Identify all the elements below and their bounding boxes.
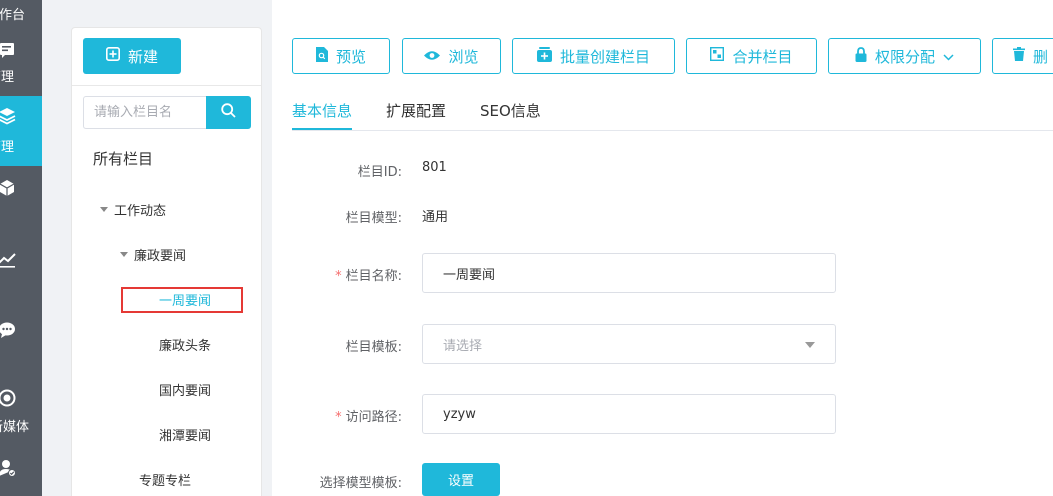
tab-extension-config[interactable]: 扩展配置 xyxy=(386,100,446,130)
column-search-input[interactable] xyxy=(83,96,206,129)
app-root: 工作台 内容管理 栏目管理 配置 统计 xyxy=(0,0,1053,496)
rail-item-label: 工作台 xyxy=(0,8,26,23)
required-asterisk: * xyxy=(335,269,342,284)
stack-add-icon xyxy=(536,46,552,66)
trash-icon xyxy=(1013,47,1025,65)
new-column-button[interactable]: 新建 xyxy=(83,38,181,74)
batch-create-label: 批量创建栏目 xyxy=(559,47,650,66)
browse-label: 浏览 xyxy=(448,47,479,66)
rail-item-media[interactable]: 新媒体 xyxy=(0,380,42,450)
column-detail-panel: 预览 浏览 批量创建栏目 合并栏目 权限分配 删 基本信息 扩展配置 SEO信息… xyxy=(272,0,1053,496)
cube-icon xyxy=(0,178,18,198)
eye-icon xyxy=(424,47,441,65)
layers-icon xyxy=(0,106,18,126)
rail-item-label: 内容管理 xyxy=(0,70,15,85)
model-template-label: 选择模型模板: xyxy=(319,476,402,491)
tree-node-work-news[interactable]: 工作动态 xyxy=(100,200,166,219)
selection-highlight-box xyxy=(121,287,243,313)
rail-item-label: 统计 xyxy=(0,276,42,295)
tab-basic-info[interactable]: 基本信息 xyxy=(292,100,353,130)
column-model-label: 栏目模型: xyxy=(345,211,402,226)
merge-label: 合并栏目 xyxy=(732,47,793,66)
permission-label: 权限分配 xyxy=(874,47,935,66)
tabs-divider xyxy=(292,130,1053,131)
permission-button[interactable]: 权限分配 xyxy=(828,38,981,74)
rail-item-interact[interactable]: 互动 xyxy=(0,310,42,380)
access-path-label-text: 访问路径: xyxy=(345,410,402,425)
rail-item-workbench[interactable]: 工作台 xyxy=(0,0,42,30)
tree-node-label: 湘潭要闻 xyxy=(159,429,212,444)
column-template-label: 栏目模板: xyxy=(345,340,402,355)
column-name-field[interactable]: 一周要闻 xyxy=(422,253,836,293)
search-icon xyxy=(221,103,236,122)
left-nav-rail: 工作台 内容管理 栏目管理 配置 统计 xyxy=(0,0,42,496)
tree-node-label: 国内要闻 xyxy=(159,384,212,399)
delete-label: 删 xyxy=(1033,47,1049,66)
sidebar-divider xyxy=(72,85,261,86)
column-id-value: 801 xyxy=(422,160,447,175)
rail-item-label: 互动 xyxy=(0,346,42,365)
tree-root-all-columns[interactable]: 所有栏目 xyxy=(93,148,153,169)
tree-node-label: 专题专栏 xyxy=(139,474,192,489)
rail-item-content[interactable]: 内容管理 xyxy=(0,30,42,100)
caret-down-icon xyxy=(100,207,108,212)
rail-item-label: 会员 xyxy=(0,486,42,496)
chat-icon xyxy=(0,320,18,340)
tree-node-label: 廉政头条 xyxy=(159,339,212,354)
column-template-select[interactable]: 请选择 xyxy=(422,324,836,364)
merge-button[interactable]: 合并栏目 xyxy=(686,38,817,74)
column-name-label-text: 栏目名称: xyxy=(345,269,402,284)
column-tree-panel: 新建 所有栏目 工作动态 廉政要闻 一周要闻 廉政头条 国内 xyxy=(71,27,262,496)
access-path-field[interactable]: yzyw xyxy=(422,394,836,434)
caret-down-icon xyxy=(120,252,128,257)
rail-item-column[interactable]: 栏目管理 xyxy=(0,96,42,166)
column-search xyxy=(83,96,251,129)
column-name-label: * 栏目名称: xyxy=(292,265,402,284)
tree-node-label: 工作动态 xyxy=(114,204,167,219)
column-template-placeholder: 请选择 xyxy=(443,338,483,354)
caret-down-icon xyxy=(805,337,815,352)
column-id-label: 栏目ID: xyxy=(357,165,402,180)
preview-button[interactable]: 预览 xyxy=(292,38,390,74)
delete-button[interactable]: 删 xyxy=(992,38,1053,74)
chart-icon xyxy=(0,250,18,270)
document-icon xyxy=(0,40,18,60)
add-document-icon xyxy=(105,47,120,65)
rail-item-label: 栏目管理 xyxy=(0,140,15,155)
tree-node-clean-news[interactable]: 廉政要闻 xyxy=(120,245,186,264)
rail-item-label: 配置 xyxy=(0,206,42,225)
tree-node-xiangtan[interactable]: 湘潭要闻 xyxy=(159,425,211,444)
rail-item-config[interactable]: 配置 xyxy=(0,170,42,240)
chevron-down-icon xyxy=(943,47,954,65)
lock-icon xyxy=(855,46,867,66)
tree-node-headline[interactable]: 廉政头条 xyxy=(159,335,211,354)
tree-node-domestic[interactable]: 国内要闻 xyxy=(159,380,211,399)
batch-create-button[interactable]: 批量创建栏目 xyxy=(512,38,675,74)
tab-seo-info[interactable]: SEO信息 xyxy=(480,100,541,130)
new-column-label: 新建 xyxy=(127,47,158,66)
rail-item-label: 新媒体 xyxy=(0,420,30,435)
target-icon xyxy=(0,388,18,408)
browse-button[interactable]: 浏览 xyxy=(402,38,501,74)
tree-node-special[interactable]: 专题专栏 xyxy=(139,470,191,489)
column-search-button[interactable] xyxy=(206,96,251,129)
access-path-label: * 访问路径: xyxy=(292,406,402,425)
preview-label: 预览 xyxy=(335,47,366,66)
merge-icon xyxy=(710,46,725,65)
rail-item-member[interactable]: 会员 xyxy=(0,450,42,496)
required-asterisk: * xyxy=(335,410,342,425)
set-model-template-button[interactable]: 设置 xyxy=(422,463,500,496)
column-model-value: 通用 xyxy=(422,210,449,225)
user-icon xyxy=(0,458,18,478)
file-search-icon xyxy=(315,46,328,66)
rail-item-stats[interactable]: 统计 xyxy=(0,240,42,310)
tree-node-label: 廉政要闻 xyxy=(134,249,187,264)
